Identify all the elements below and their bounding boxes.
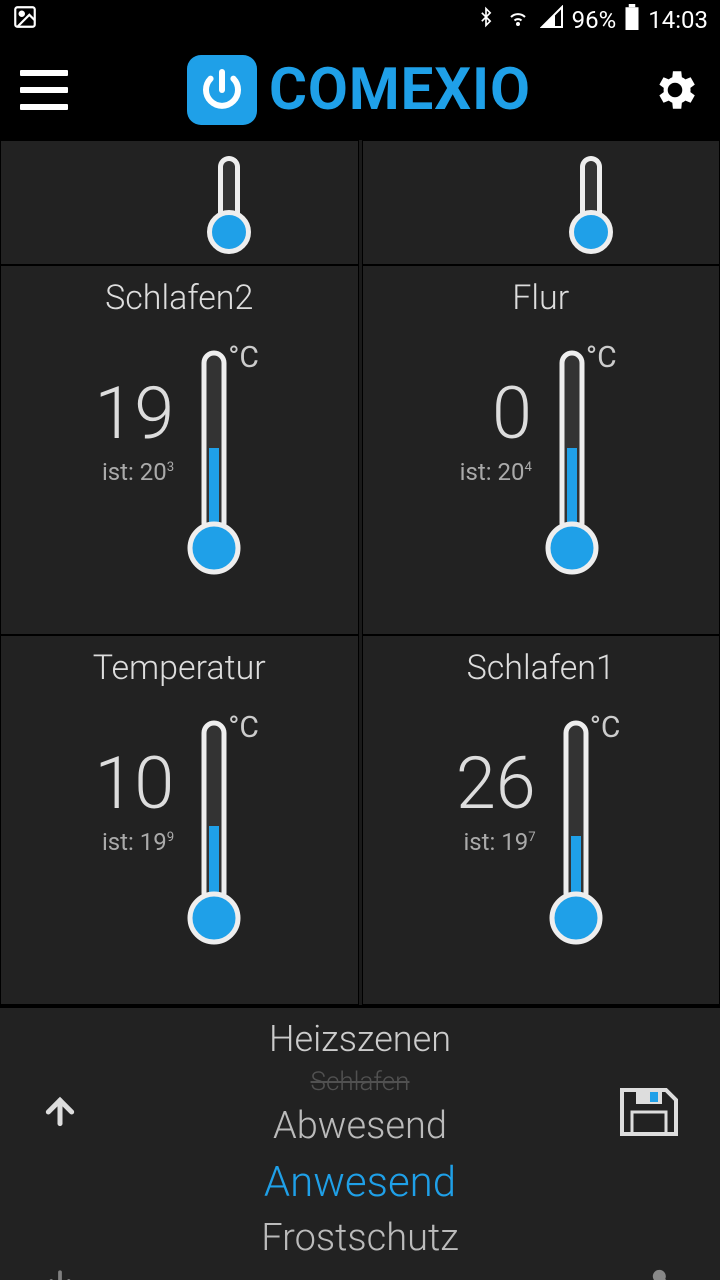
scene-item[interactable]: Abwesend — [102, 1100, 618, 1153]
app-logo: COMEXIO — [187, 55, 531, 125]
battery-percent: 96% — [572, 6, 617, 34]
bluetooth-icon — [476, 4, 496, 36]
thermometer-icon: °C — [184, 348, 264, 578]
temperature-tile-partial[interactable] — [362, 140, 720, 265]
scenes-title: Heizszenen — [0, 1018, 720, 1060]
temperature-tile-flur[interactable]: Flur 0 ist: 204 °C — [362, 265, 720, 635]
app-header: COMEXIO — [0, 40, 720, 140]
actual-temperature: ist: 197 — [463, 828, 535, 856]
temperature-tile-schlafen1[interactable]: Schlafen1 26 ist: 197 °C — [362, 635, 720, 1005]
scene-item-active[interactable]: Anwesend — [102, 1154, 618, 1213]
thermometer-icon: °C — [542, 348, 622, 578]
save-scene-button[interactable] — [618, 1086, 680, 1142]
signal-icon — [540, 5, 564, 35]
brand-name: COMEXIO — [269, 56, 531, 124]
temperature-tile-temperatur[interactable]: Temperatur 10 ist: 199 °C — [0, 635, 359, 1005]
actual-temperature: ist: 203 — [102, 458, 174, 486]
thermometer-icon: °C — [184, 718, 264, 948]
scene-item[interactable]: Schlafen — [102, 1064, 618, 1100]
wifi-icon — [504, 5, 532, 35]
tile-title: Schlafen2 — [1, 278, 358, 318]
menu-button[interactable] — [20, 70, 68, 110]
heating-scenes-panel: Heizszenen Schlafen Abwesend Anwesend Fr… — [0, 1005, 720, 1280]
power-icon — [187, 55, 257, 125]
clock-time: 14:03 — [648, 6, 708, 34]
actual-temperature: ist: 204 — [460, 458, 532, 486]
image-indicator-icon — [12, 4, 38, 36]
settings-button[interactable] — [650, 65, 700, 115]
status-bar: 96% 14:03 — [0, 0, 720, 40]
scene-down-button[interactable] — [40, 1266, 102, 1280]
set-temperature: 26 — [456, 748, 536, 820]
scene-up-button[interactable] — [40, 1092, 102, 1136]
wrench-icon[interactable] — [618, 1266, 680, 1280]
tile-title: Schlafen1 — [363, 648, 720, 688]
actual-temperature: ist: 199 — [102, 828, 174, 856]
content-area: Schlafen2 19 ist: 203 °C Flur — [0, 140, 720, 1280]
set-temperature: 19 — [94, 378, 174, 450]
temperature-tile-schlafen2[interactable]: Schlafen2 19 ist: 203 °C — [0, 265, 359, 635]
temperature-tile-partial[interactable] — [0, 140, 359, 265]
set-temperature: 10 — [94, 748, 174, 820]
scene-item[interactable]: Frostschutz — [102, 1212, 618, 1265]
thermometer-icon: °C — [546, 718, 626, 948]
tile-title: Temperatur — [1, 648, 358, 688]
battery-icon — [624, 4, 640, 36]
tile-title: Flur — [363, 278, 720, 318]
set-temperature: 0 — [492, 378, 532, 450]
